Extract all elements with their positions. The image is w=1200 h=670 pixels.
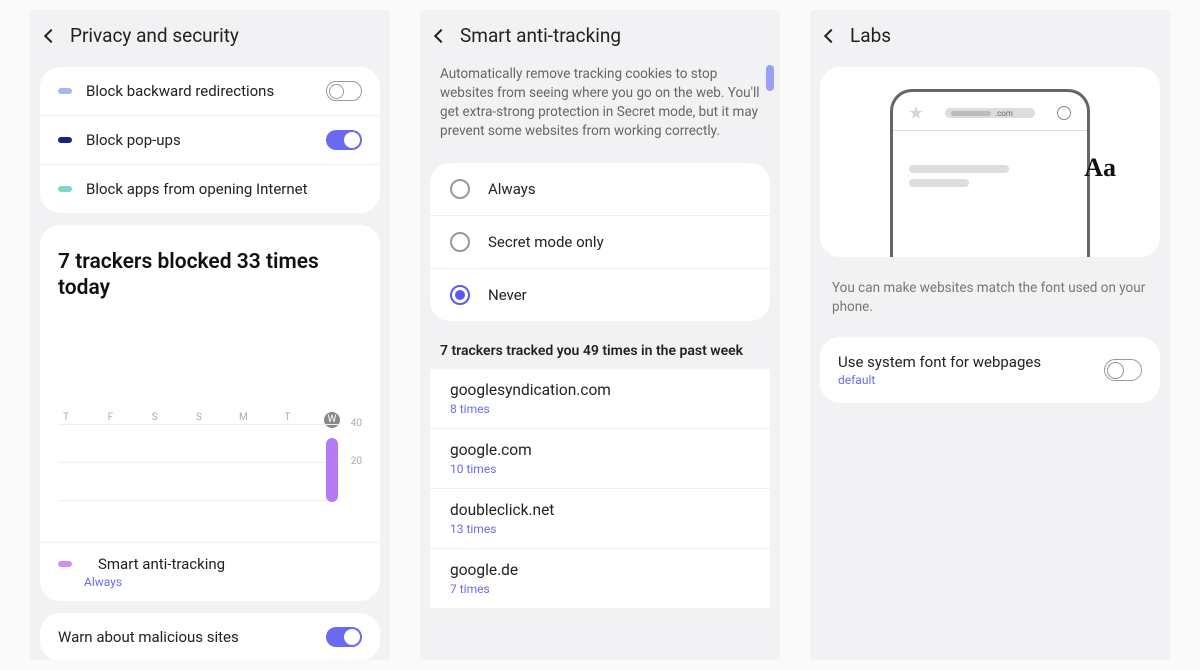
smart-anti-tracking-row[interactable]: Smart anti-tracking Always: [40, 542, 380, 601]
font-sample-icon: Aa: [1084, 153, 1116, 183]
bullet-icon: [58, 561, 72, 567]
tracker-domain: doubleclick.net: [450, 501, 750, 519]
url-suffix: .com: [995, 109, 1013, 118]
tracking-mode-options: Always Secret mode only Never: [430, 163, 770, 321]
privacy-security-screen: Privacy and security Block backward redi…: [30, 10, 390, 660]
labs-description: You can make websites match the font use…: [810, 263, 1170, 333]
tracker-count: 13 times: [450, 522, 750, 536]
refresh-icon: [1057, 106, 1071, 120]
header: Labs: [810, 10, 1170, 61]
tracker-item[interactable]: google.de 7 times: [430, 549, 770, 609]
bullet-icon: [58, 186, 72, 192]
tracker-domain: google.de: [450, 561, 750, 579]
x-label: M: [235, 412, 251, 428]
toggle-system-font[interactable]: [1104, 359, 1142, 381]
row-label: Block pop-ups: [86, 131, 326, 149]
x-label: F: [102, 412, 118, 428]
option-never[interactable]: Never: [430, 269, 770, 321]
x-label: T: [58, 412, 74, 428]
toggle-sublabel: default: [838, 373, 1104, 387]
row-block-backward[interactable]: Block backward redirections: [40, 67, 380, 116]
bullet-icon: [58, 88, 72, 94]
header: Privacy and security: [30, 10, 390, 61]
trackers-stats-card: 7 trackers blocked 33 times today 40 20 …: [40, 225, 380, 601]
blocking-settings-card: Block backward redirections Block pop-up…: [40, 67, 380, 213]
row-block-apps[interactable]: Block apps from opening Internet: [40, 165, 380, 213]
back-icon[interactable]: [434, 28, 448, 42]
option-label: Always: [488, 180, 750, 198]
radio-icon[interactable]: [450, 179, 470, 199]
scrollbar-thumb[interactable]: [766, 65, 774, 91]
illustration-card: .com Aa: [820, 67, 1160, 257]
toggle-label: Use system font for webpages: [838, 353, 1104, 371]
page-title: Smart anti-tracking: [460, 24, 621, 47]
row-label: Warn about malicious sites: [58, 628, 326, 646]
row-warn-malicious[interactable]: Warn about malicious sites: [40, 613, 380, 661]
system-font-toggle-row[interactable]: Use system font for webpages default: [820, 337, 1160, 403]
x-axis: T F S S M T W: [58, 412, 362, 428]
y-tick: 20: [351, 456, 362, 467]
row-label: Block backward redirections: [86, 82, 326, 100]
warn-malicious-card: Warn about malicious sites: [40, 613, 380, 661]
back-icon[interactable]: [44, 28, 58, 42]
week-summary-header: 7 trackers tracked you 49 times in the p…: [420, 327, 780, 369]
smart-anti-tracking-screen: Smart anti-tracking Automatically remove…: [420, 10, 780, 660]
star-icon: [909, 106, 923, 120]
mock-phone-illustration: .com: [890, 89, 1090, 257]
radio-icon[interactable]: [450, 232, 470, 252]
header: Smart anti-tracking: [420, 10, 780, 61]
labs-screen: Labs .com Aa You can make websites match…: [810, 10, 1170, 660]
option-always[interactable]: Always: [430, 163, 770, 216]
option-secret-mode[interactable]: Secret mode only: [430, 216, 770, 269]
x-label: T: [280, 412, 296, 428]
tracker-item[interactable]: doubleclick.net 13 times: [430, 489, 770, 549]
x-label: S: [147, 412, 163, 428]
toggle-warn-malicious[interactable]: [326, 627, 362, 647]
toggle-block-backward[interactable]: [326, 81, 362, 101]
tracker-item[interactable]: google.com 10 times: [430, 429, 770, 489]
tracker-count: 7 times: [450, 582, 750, 596]
back-icon[interactable]: [824, 28, 838, 42]
row-value: Always: [84, 575, 362, 589]
tracker-domain: google.com: [450, 441, 750, 459]
option-label: Never: [488, 286, 750, 304]
tracker-item[interactable]: googlesyndication.com 8 times: [430, 369, 770, 429]
stats-title: 7 trackers blocked 33 times today: [40, 225, 380, 320]
tracker-count: 10 times: [450, 462, 750, 476]
feature-description: Automatically remove tracking cookies to…: [420, 61, 780, 157]
tracker-list: googlesyndication.com 8 times google.com…: [430, 369, 770, 609]
page-title: Labs: [850, 24, 891, 47]
tracker-bar-chart: 40 20 T F S S M T W: [58, 412, 362, 532]
row-block-popups[interactable]: Block pop-ups: [40, 116, 380, 165]
row-label: Block apps from opening Internet: [86, 180, 362, 198]
option-label: Secret mode only: [488, 233, 750, 251]
mock-url-bar: .com: [945, 108, 1035, 118]
chart-bar: [326, 438, 338, 502]
row-label: Smart anti-tracking: [98, 555, 225, 573]
y-tick: 40: [351, 418, 362, 429]
x-label-active: W: [324, 412, 340, 428]
tracker-count: 8 times: [450, 402, 750, 416]
tracker-domain: googlesyndication.com: [450, 381, 750, 399]
radio-icon-checked[interactable]: [450, 285, 470, 305]
toggle-block-popups[interactable]: [326, 130, 362, 150]
bullet-icon: [58, 137, 72, 143]
x-label: S: [191, 412, 207, 428]
page-title: Privacy and security: [70, 24, 239, 47]
